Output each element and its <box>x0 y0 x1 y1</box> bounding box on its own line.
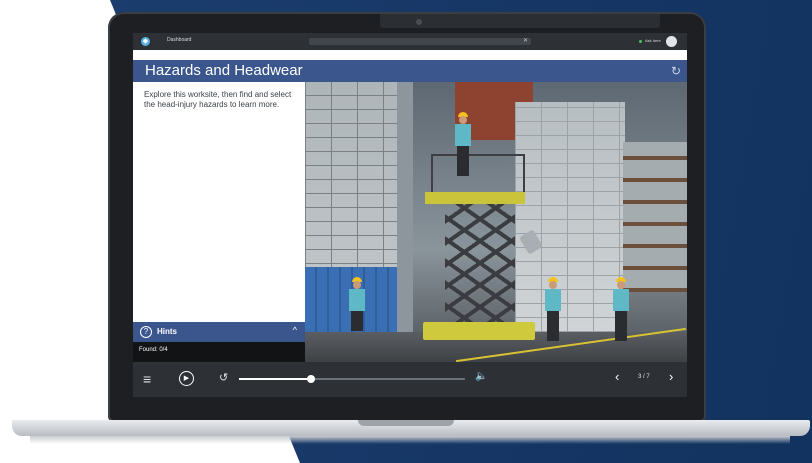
progress-fill <box>239 378 312 380</box>
app-logo-icon[interactable]: ◆ <box>141 37 150 46</box>
hamburger-menu-icon[interactable]: ≡ <box>143 371 151 387</box>
worker-standing-center[interactable] <box>545 277 561 341</box>
progress-track[interactable] <box>239 375 465 383</box>
chevron-left-icon[interactable]: ‹ <box>615 369 619 384</box>
status-dot <box>639 40 642 43</box>
volume-icon[interactable]: 🔈 <box>475 371 487 382</box>
address-bar[interactable]: ✕ <box>309 38 531 45</box>
concrete-pillar <box>397 82 413 362</box>
chevron-up-icon[interactable]: ^ <box>293 325 297 335</box>
page-title: Hazards and Headwear <box>145 62 303 79</box>
browser-topbar: ◆ Dashboard ✕ Ask here <box>133 33 687 50</box>
storage-shelves <box>623 142 687 292</box>
lesson-header: Hazards and Headwear ↻ <box>133 60 687 82</box>
breadcrumb <box>133 50 687 60</box>
worker-standing-right[interactable] <box>613 277 629 341</box>
browser-tab[interactable]: Dashboard <box>167 37 191 43</box>
found-count-text: Found: 0/4 <box>139 347 168 353</box>
question-circle-icon: ? <box>140 326 152 338</box>
laptop-notch <box>380 14 660 28</box>
progress-handle[interactable] <box>307 375 316 383</box>
hints-label: Hints <box>157 327 177 336</box>
worker-kneeling[interactable] <box>349 277 365 341</box>
hints-toggle[interactable]: ? Hints ^ <box>133 322 305 342</box>
worker-on-lift[interactable] <box>455 112 471 176</box>
scissor-lift-base <box>423 322 535 340</box>
instruction-panel: Explore this worksite, then find and sel… <box>133 82 305 322</box>
laptop-screen: ◆ Dashboard ✕ Ask here Hazards and Headw… <box>133 33 687 397</box>
laptop-shadow <box>30 436 790 444</box>
avatar[interactable] <box>666 36 677 47</box>
found-counter: Found: 0/4 <box>133 342 305 362</box>
close-icon[interactable]: ✕ <box>523 37 528 44</box>
user-name[interactable]: Ask here <box>645 38 661 43</box>
replay-icon[interactable]: ↺ <box>219 371 228 384</box>
refresh-icon[interactable]: ↻ <box>671 64 681 78</box>
scissor-lift-platform[interactable] <box>425 192 525 204</box>
laptop-hinge-notch <box>358 420 454 426</box>
brick-wall-right <box>515 102 625 332</box>
worksite-scene[interactable] <box>305 82 687 362</box>
instruction-text: Explore this worksite, then find and sel… <box>144 90 292 109</box>
page-indicator: 3 / 7 <box>638 374 650 380</box>
lift-railing <box>431 154 525 194</box>
camera-icon <box>416 19 422 25</box>
play-button[interactable]: ▶ <box>179 371 194 386</box>
player-controls: ≡ ▶ ↺ 🔈 ‹ 3 / 7 › <box>133 362 687 397</box>
scissor-lift-arms <box>445 204 515 324</box>
chevron-right-icon[interactable]: › <box>669 369 673 384</box>
